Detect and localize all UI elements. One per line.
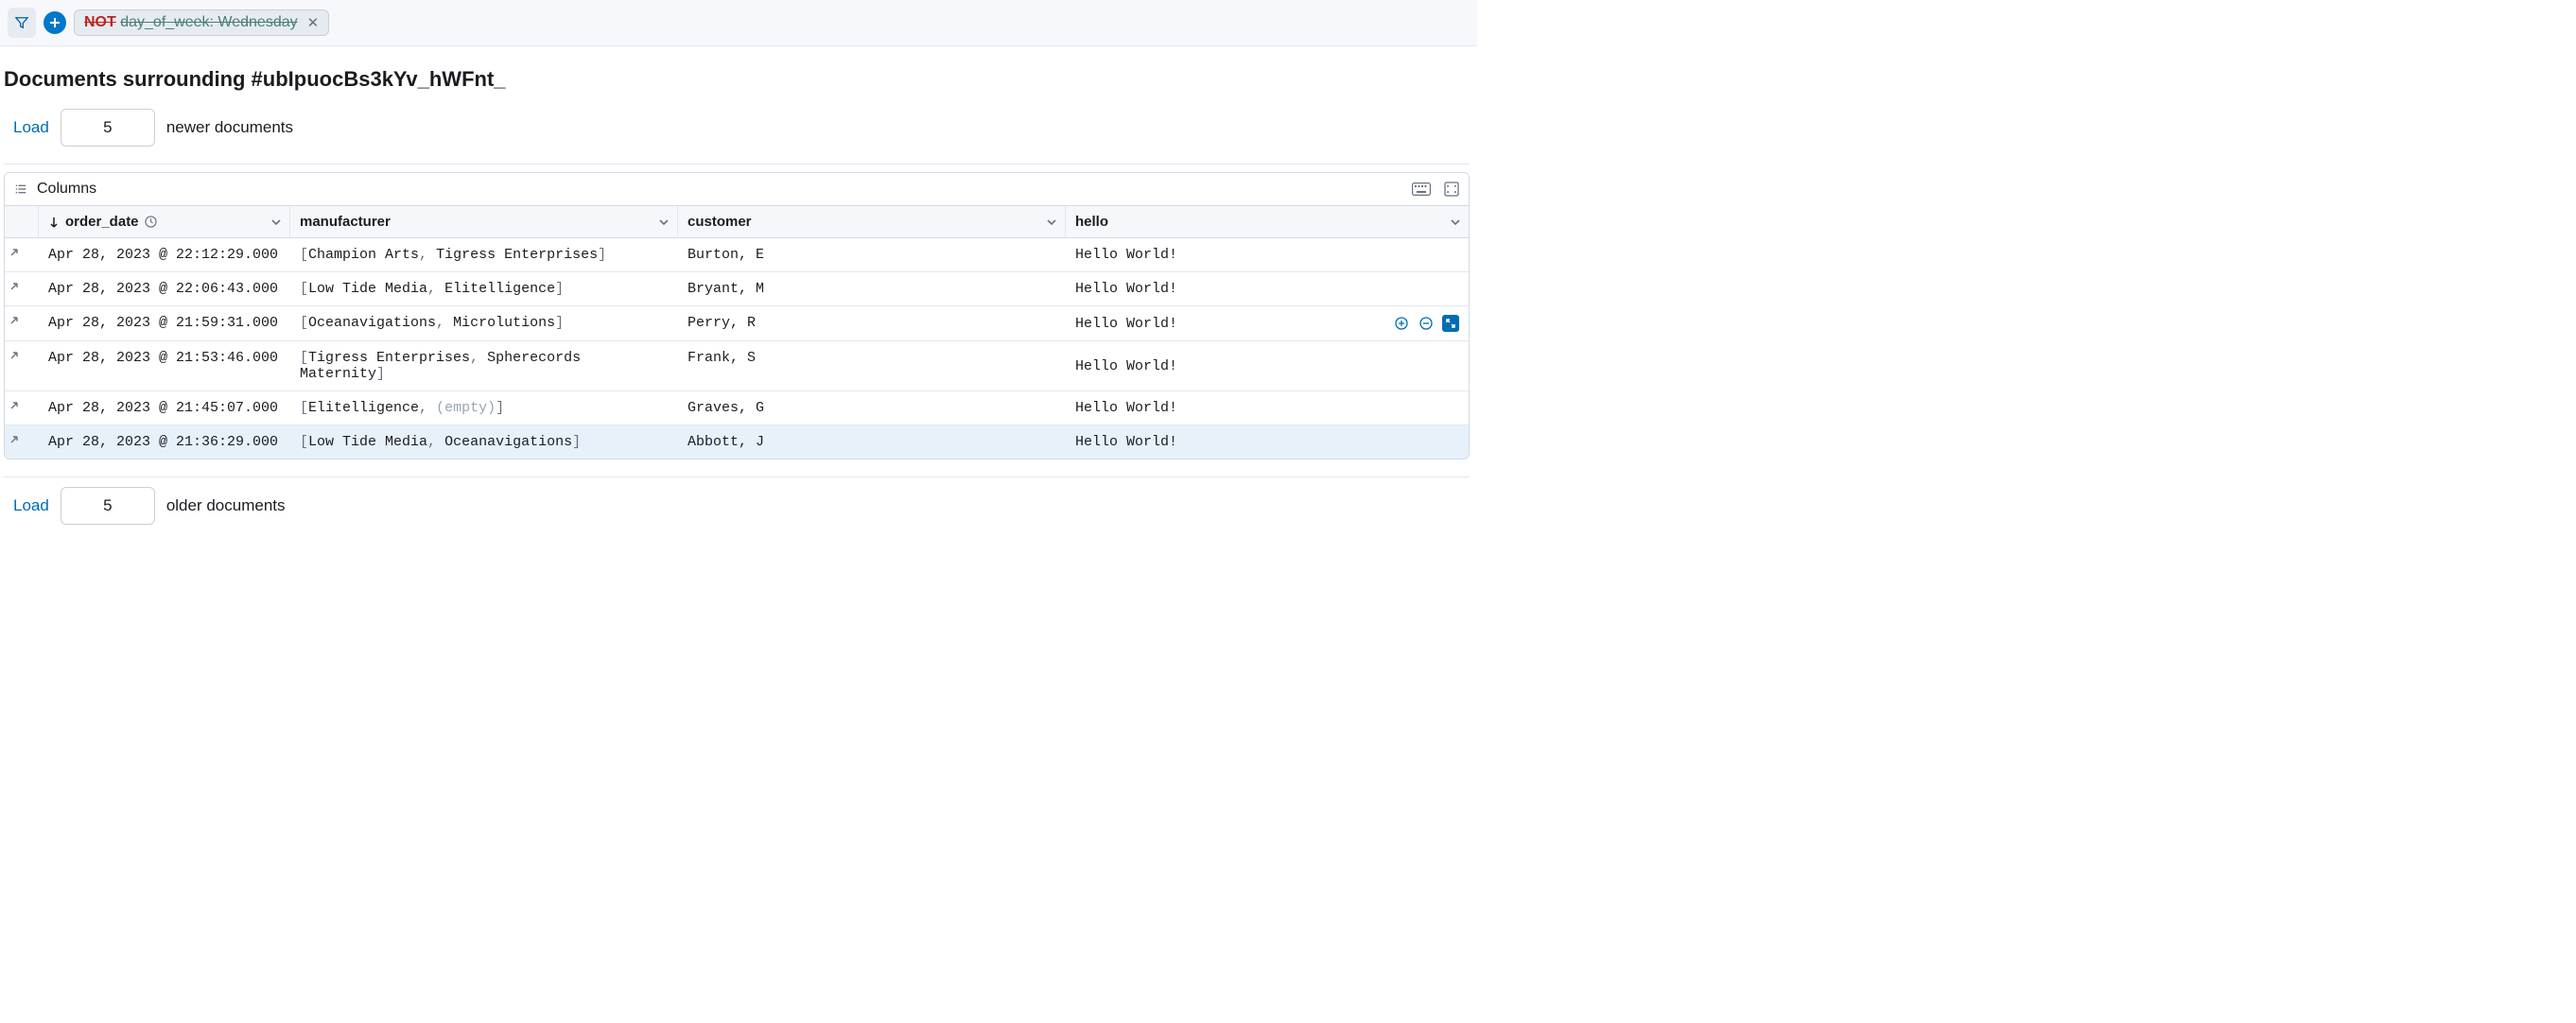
cell-hello: Hello World!: [1066, 391, 1469, 425]
load-newer-link[interactable]: Load: [13, 118, 49, 137]
keyboard-icon[interactable]: [1412, 182, 1431, 196]
filter-pill-text: day_of_week: Wednesday: [120, 14, 297, 30]
header-customer-label: customer: [688, 214, 752, 230]
expand-arrow-icon: [9, 350, 20, 361]
columns-toolbar: Columns: [5, 173, 1469, 206]
add-filter-button[interactable]: [44, 11, 66, 34]
cell-customer: Graves, G: [678, 391, 1066, 425]
expand-arrow-icon: [9, 281, 20, 292]
expand-row-button[interactable]: [5, 272, 39, 305]
expand-arrow-icon: [9, 434, 20, 445]
row-actions: [1393, 315, 1459, 332]
filter-pill[interactable]: NOT day_of_week: Wednesday ✕: [74, 9, 329, 36]
cell-hello-text: Hello World!: [1075, 316, 1177, 332]
documents-table: Columns order_date: [4, 172, 1470, 459]
cell-hello: Hello World!: [1066, 425, 1469, 459]
filter-out-button[interactable]: [1418, 315, 1435, 332]
chevron-down-icon[interactable]: [1450, 217, 1461, 228]
cell-order-date: Apr 28, 2023 @ 21:45:07.000: [39, 391, 290, 425]
expand-arrow-icon: [9, 400, 20, 411]
expand-cell-button[interactable]: [1442, 315, 1459, 332]
cell-hello-text: Hello World!: [1075, 400, 1177, 416]
plus-icon: [49, 17, 61, 28]
cell-manufacturer: [Champion Arts, Tigress Enterprises]: [290, 238, 678, 271]
header-order-date-label: order_date: [65, 214, 139, 230]
cell-customer: Perry, R: [678, 306, 1066, 340]
table-row[interactable]: Apr 28, 2023 @ 21:53:46.000[Tigress Ente…: [5, 341, 1469, 391]
load-older-count-input[interactable]: [61, 487, 155, 525]
sort-desc-icon: [48, 217, 60, 228]
cell-hello: Hello World!: [1066, 272, 1469, 305]
table-row[interactable]: Apr 28, 2023 @ 21:36:29.000[Low Tide Med…: [5, 425, 1469, 459]
cell-hello: Hello World!: [1066, 341, 1469, 390]
table-row[interactable]: Apr 28, 2023 @ 22:12:29.000[Champion Art…: [5, 238, 1469, 272]
load-older-suffix: older documents: [166, 496, 286, 515]
cell-hello: Hello World!: [1066, 238, 1469, 271]
load-newer-count-input[interactable]: [61, 109, 155, 147]
cell-customer: Burton, E: [678, 238, 1066, 271]
cell-customer: Abbott, J: [678, 425, 1066, 459]
cell-customer: Bryant, M: [678, 272, 1066, 305]
header-manufacturer[interactable]: manufacturer: [290, 206, 678, 237]
cell-hello-text: Hello World!: [1075, 434, 1177, 450]
expand-row-button[interactable]: [5, 425, 39, 459]
expand-row-button[interactable]: [5, 306, 39, 340]
cell-order-date: Apr 28, 2023 @ 21:59:31.000: [39, 306, 290, 340]
cell-manufacturer: [Low Tide Media, Oceanavigations]: [290, 425, 678, 459]
cell-hello: Hello World!: [1066, 306, 1469, 340]
chevron-down-icon[interactable]: [1046, 217, 1057, 228]
load-older-link[interactable]: Load: [13, 496, 49, 515]
header-expand: [5, 206, 39, 237]
cell-order-date: Apr 28, 2023 @ 22:06:43.000: [39, 272, 290, 305]
header-order-date[interactable]: order_date: [39, 206, 290, 237]
cell-hello-text: Hello World!: [1075, 281, 1177, 297]
cell-order-date: Apr 28, 2023 @ 21:36:29.000: [39, 425, 290, 459]
cell-manufacturer: [Elitelligence, (empty)]: [290, 391, 678, 425]
load-newer-suffix: newer documents: [166, 118, 293, 137]
cell-hello-text: Hello World!: [1075, 247, 1177, 263]
expand-row-button[interactable]: [5, 391, 39, 425]
cell-manufacturer: [Tigress Enterprises, Spherecords Matern…: [290, 341, 678, 390]
table-row[interactable]: Apr 28, 2023 @ 22:06:43.000[Low Tide Med…: [5, 272, 1469, 306]
filter-for-button[interactable]: [1393, 315, 1410, 332]
cell-manufacturer: [Low Tide Media, Elitelligence]: [290, 272, 678, 305]
expand-arrow-icon: [9, 315, 20, 326]
minus-circle-icon: [1419, 317, 1433, 330]
columns-label[interactable]: Columns: [37, 181, 96, 198]
cell-order-date: Apr 28, 2023 @ 22:12:29.000: [39, 238, 290, 271]
table-body: Apr 28, 2023 @ 22:12:29.000[Champion Art…: [5, 238, 1469, 459]
header-hello-label: hello: [1075, 214, 1108, 230]
expand-row-button[interactable]: [5, 341, 39, 390]
table-row[interactable]: Apr 28, 2023 @ 21:59:31.000[Oceanavigati…: [5, 306, 1469, 341]
close-icon[interactable]: ✕: [307, 14, 320, 31]
expand-row-button[interactable]: [5, 238, 39, 271]
table-header-row: order_date manufacturer customer: [5, 206, 1469, 238]
expand-arrow-icon: [9, 247, 20, 258]
chevron-down-icon[interactable]: [658, 217, 670, 228]
clock-icon: [145, 216, 157, 228]
list-icon[interactable]: [14, 182, 27, 196]
header-manufacturer-label: manufacturer: [300, 214, 391, 230]
cell-manufacturer: [Oceanavigations, Microlutions]: [290, 306, 678, 340]
cell-order-date: Apr 28, 2023 @ 21:53:46.000: [39, 341, 290, 390]
divider: [4, 164, 1470, 165]
fullscreen-icon[interactable]: [1444, 182, 1459, 197]
plus-circle-icon: [1395, 317, 1408, 330]
filter-pill-not: NOT: [84, 14, 116, 30]
load-older-row: Load older documents: [4, 487, 1470, 525]
header-customer[interactable]: customer: [678, 206, 1066, 237]
chevron-down-icon[interactable]: [270, 217, 282, 228]
cell-hello-text: Hello World!: [1075, 358, 1177, 374]
table-row[interactable]: Apr 28, 2023 @ 21:45:07.000[Elitelligenc…: [5, 391, 1469, 425]
cell-customer: Frank, S: [678, 341, 1066, 390]
header-hello[interactable]: hello: [1066, 206, 1469, 237]
funnel-icon: [15, 16, 28, 29]
expand-icon: [1446, 319, 1455, 328]
filter-funnel-button[interactable]: [8, 8, 36, 38]
filter-bar: NOT day_of_week: Wednesday ✕: [0, 0, 1477, 46]
page-title: Documents surrounding #ubIpuocBs3kYv_hWF…: [4, 67, 1470, 92]
load-newer-row: Load newer documents: [4, 109, 1470, 147]
